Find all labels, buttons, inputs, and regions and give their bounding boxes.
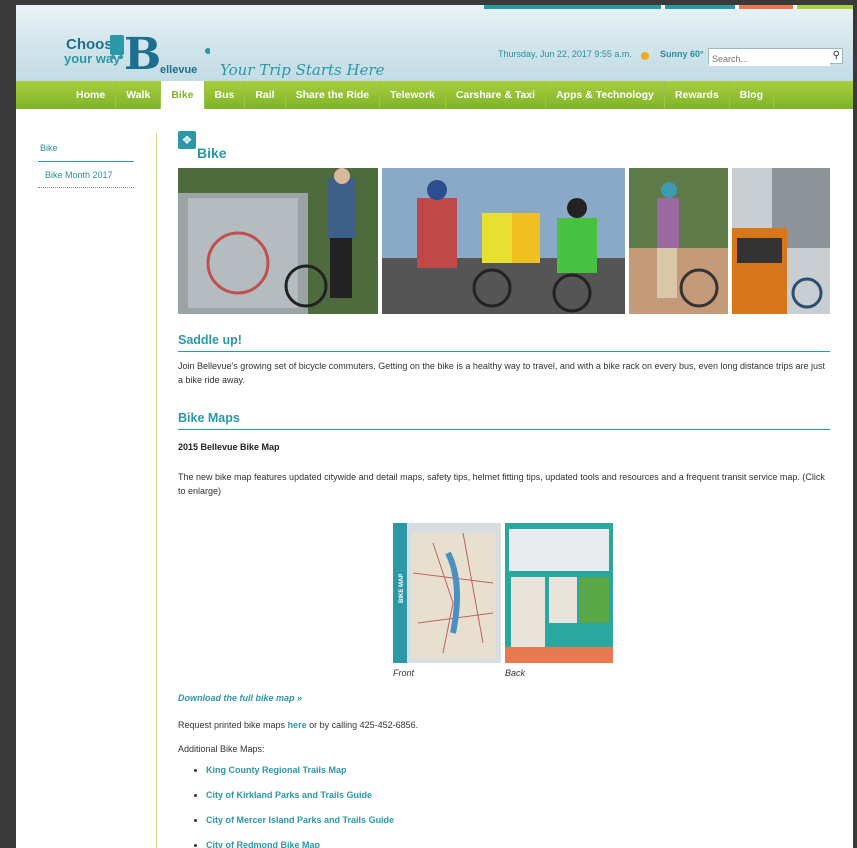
- bike-map-figure[interactable]: BIKE MAP Front Back: [393, 523, 613, 682]
- site-header: Choose your way B ellevue Your Trip Star…: [16, 5, 853, 81]
- nav-item-carshare-taxi[interactable]: Carshare & Taxi: [446, 81, 547, 109]
- nav-item-rail[interactable]: Rail: [245, 81, 286, 109]
- sun-icon: [641, 52, 649, 60]
- page-title-row: ❖ Bike: [178, 131, 830, 161]
- additional-maps-label: Additional Bike Maps:: [178, 744, 265, 754]
- nav-item-blog[interactable]: Blog: [730, 81, 774, 109]
- section-saddle-up-title: Saddle up!: [178, 333, 830, 352]
- section-saddle-up-text: Join Bellevue's growing set of bicycle c…: [178, 361, 826, 385]
- sidebar-item-bike[interactable]: Bike: [38, 141, 134, 162]
- bike-map-thumbnails[interactable]: BIKE MAP: [393, 523, 613, 663]
- link-king-county[interactable]: King County Regional Trails Map: [206, 765, 347, 775]
- list-item: King County Regional Trails Map: [206, 763, 806, 777]
- request-maps-text: Request printed bike maps here or by cal…: [178, 718, 830, 732]
- search-box: ⚲: [708, 48, 843, 66]
- nav-item-rewards[interactable]: Rewards: [665, 81, 730, 109]
- photo-bus-bike-rack: [732, 168, 830, 314]
- search-icon[interactable]: ⚲: [833, 50, 840, 61]
- nav-item-apps-technology[interactable]: Apps & Technology: [546, 81, 665, 109]
- main-nav: Home Walk Bike Bus Rail Share the Ride Telewor…: [16, 81, 853, 109]
- list-item: City of Mercer Island Parks and Trails G…: [206, 813, 806, 827]
- sidebar-divider: [156, 133, 157, 848]
- top-stripes: [484, 5, 853, 9]
- photo-bike-locker: [178, 168, 378, 314]
- logo-word: ellevue: [160, 64, 197, 76]
- download-map-link[interactable]: Download the full bike map »: [178, 693, 302, 703]
- sidebar: Bike Bike Month 2017: [38, 141, 134, 188]
- nav-item-bus[interactable]: Bus: [205, 81, 246, 109]
- weather: Sunny 60°: [660, 49, 704, 59]
- logo-letter: B: [124, 29, 161, 80]
- page: Choose your way B ellevue Your Trip Star…: [16, 5, 853, 848]
- photo-woman-bike: [629, 168, 728, 314]
- list-item: City of Kirkland Parks and Trails Guide: [206, 788, 806, 802]
- datetime: Thursday, Jun 22, 2017 9:55 a.m.: [498, 49, 632, 59]
- section-bike-maps-title: Bike Maps: [178, 411, 830, 430]
- nav-item-telework[interactable]: Telework: [380, 81, 446, 109]
- request-prefix: Request printed bike maps: [178, 720, 288, 730]
- list-item: City of Redmond Bike Map: [206, 838, 806, 848]
- additional-maps-list: King County Regional Trails Map City of …: [178, 763, 806, 848]
- nav-item-walk[interactable]: Walk: [116, 81, 162, 109]
- page-title: Bike: [197, 145, 227, 161]
- sidebar-item-bike-month[interactable]: Bike Month 2017: [38, 168, 134, 188]
- request-suffix: or by calling 425-452-6856.: [306, 720, 419, 730]
- site-logo[interactable]: Choose your way B ellevue: [60, 25, 210, 81]
- photo-strip: [178, 168, 830, 314]
- map-heading: 2015 Bellevue Bike Map: [178, 442, 280, 452]
- photo-cyclist-group: [382, 168, 625, 314]
- request-here-link[interactable]: here: [288, 720, 307, 730]
- nav-item-home[interactable]: Home: [66, 81, 117, 109]
- link-redmond[interactable]: City of Redmond Bike Map: [206, 840, 320, 848]
- tagline: Your Trip Starts Here: [220, 61, 385, 79]
- map-description: The new bike map features updated citywi…: [178, 472, 825, 496]
- search-input[interactable]: [709, 52, 830, 66]
- map-strip-text: BIKE MAP: [399, 574, 405, 603]
- link-kirkland[interactable]: City of Kirkland Parks and Trails Guide: [206, 790, 372, 800]
- nav-item-bike[interactable]: Bike: [161, 81, 205, 109]
- bike-icon: ❖: [178, 131, 196, 149]
- nav-item-share-the-ride[interactable]: Share the Ride: [286, 81, 381, 109]
- map-front-caption: Front: [393, 668, 415, 678]
- main-content: ❖ Bike Saddle up! Join Bellevue's growin…: [178, 131, 830, 848]
- link-mercer-island[interactable]: City of Mercer Island Parks and Trails G…: [206, 815, 394, 825]
- map-back-caption: Back: [505, 668, 526, 678]
